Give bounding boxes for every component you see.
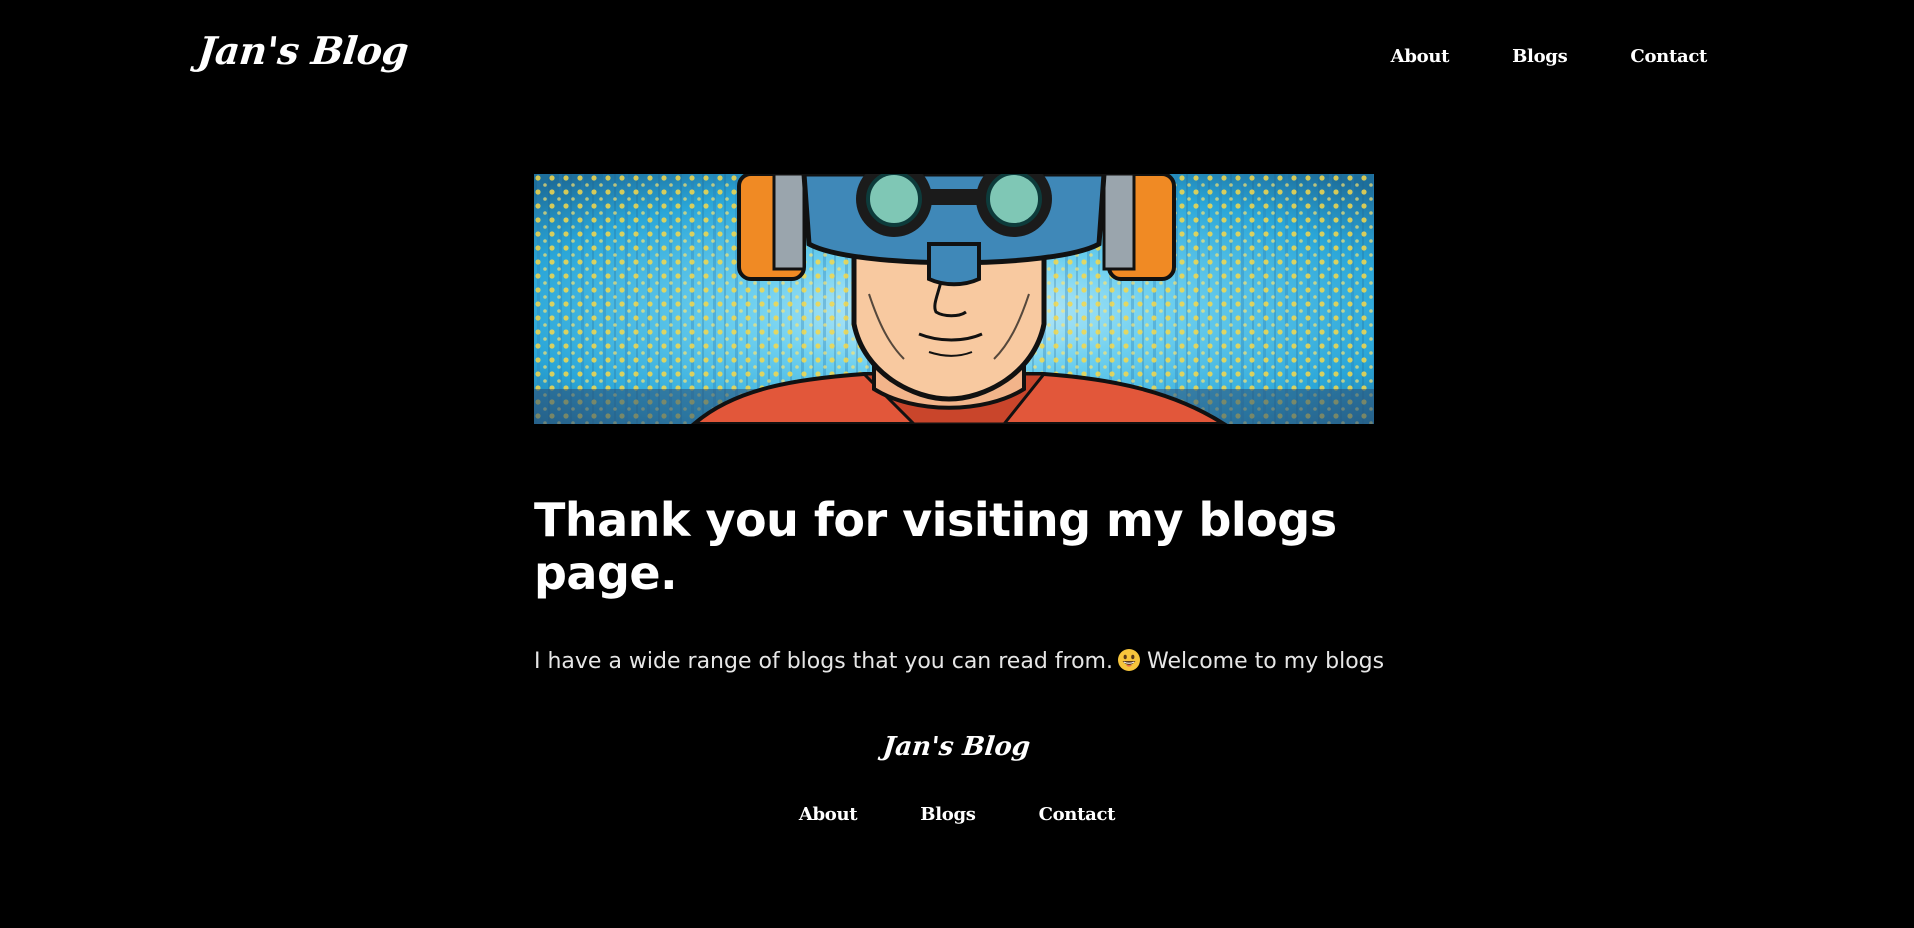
page: Jan's Blog About Blogs Contact Thank you… [0, 0, 1914, 928]
site-logo[interactable]: Jan's Blog [196, 28, 411, 73]
hero-banner-image [534, 174, 1374, 424]
nav-link-about[interactable]: About [1391, 46, 1450, 67]
site-header: Jan's Blog About Blogs Contact [0, 0, 1914, 120]
footer-link-about[interactable]: About [799, 804, 858, 825]
top-nav: About Blogs Contact [1391, 46, 1708, 67]
intro-text-before-emoji: I have a wide range of blogs that you ca… [534, 649, 1113, 674]
footer-logo[interactable]: Jan's Blog [882, 732, 1032, 762]
page-heading: Thank you for visiting my blogs page. [534, 493, 1337, 600]
grinning-face-emoji-icon [1117, 648, 1141, 672]
nav-link-blogs[interactable]: Blogs [1512, 46, 1568, 67]
footer-link-blogs[interactable]: Blogs [920, 804, 976, 825]
footer-link-contact[interactable]: Contact [1039, 804, 1116, 825]
nav-link-contact[interactable]: Contact [1630, 46, 1707, 67]
intro-paragraph: I have a wide range of blogs that you ca… [534, 647, 1394, 677]
footer-logo-wrapper: Jan's Blog [0, 732, 1914, 762]
footer-nav: About Blogs Contact [0, 804, 1914, 825]
intro-text-after-emoji: Welcome to my blogs [1146, 649, 1385, 674]
